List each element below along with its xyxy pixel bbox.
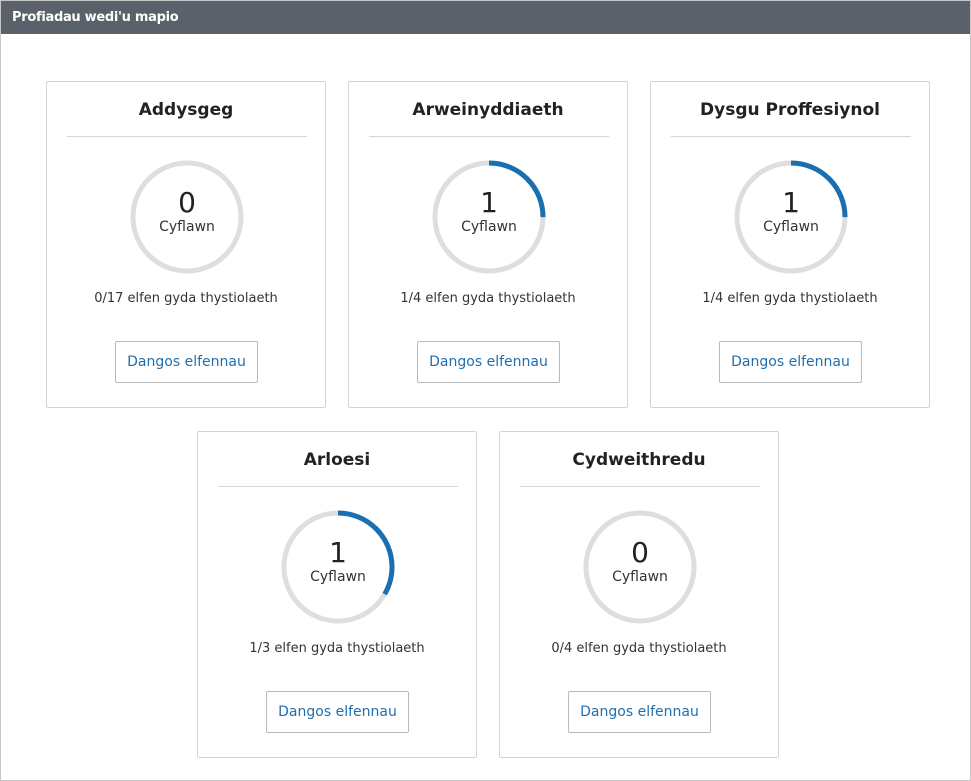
complete-label: Cyflawn: [763, 219, 819, 235]
progress-ring: 1 Cyflawn: [733, 159, 849, 275]
card-title: Arloesi: [303, 450, 371, 470]
panel-header: Profiadau wedi'u mapio: [1, 1, 970, 34]
mapped-experiences-panel: Profiadau wedi'u mapio Addysgeg 0 Cyflaw…: [0, 0, 971, 781]
card-arloesi: Arloesi 1 Cyflawn 1/3 elfen gyda thystio…: [197, 431, 477, 758]
card-addysgeg: Addysgeg 0 Cyflawn 0/17 elfen gyda thyst…: [46, 81, 326, 408]
evidence-summary: 0/4 elfen gyda thystiolaeth: [551, 641, 727, 656]
card-divider: [520, 486, 760, 487]
show-elements-button[interactable]: Dangos elfennau: [417, 341, 560, 383]
show-elements-button[interactable]: Dangos elfennau: [719, 341, 862, 383]
evidence-summary: 0/17 elfen gyda thystiolaeth: [94, 291, 278, 306]
evidence-summary: 1/4 elfen gyda thystiolaeth: [702, 291, 878, 306]
card-title: Cydweithredu: [572, 450, 706, 470]
complete-count: 1: [480, 186, 498, 219]
progress-ring: 1 Cyflawn: [280, 509, 396, 625]
card-cydweithredu: Cydweithredu 0 Cyflawn 0/4 elfen gyda th…: [499, 431, 779, 758]
complete-label: Cyflawn: [159, 219, 215, 235]
show-elements-button[interactable]: Dangos elfennau: [266, 691, 409, 733]
progress-ring: 1 Cyflawn: [431, 159, 547, 275]
complete-count: 1: [329, 536, 347, 569]
card-title: Dysgu Proffesiynol: [700, 100, 880, 120]
card-arweinyddiaeth: Arweinyddiaeth 1 Cyflawn 1/4 elfen gyda …: [348, 81, 628, 408]
progress-ring: 0 Cyflawn: [129, 159, 245, 275]
complete-count: 0: [631, 536, 649, 569]
card-divider: [218, 486, 458, 487]
complete-count: 0: [178, 186, 196, 219]
evidence-summary: 1/4 elfen gyda thystiolaeth: [400, 291, 576, 306]
evidence-summary: 1/3 elfen gyda thystiolaeth: [249, 641, 425, 656]
complete-label: Cyflawn: [310, 569, 366, 585]
card-title: Arweinyddiaeth: [412, 100, 564, 120]
card-divider: [671, 136, 911, 137]
complete-label: Cyflawn: [612, 569, 668, 585]
card-divider: [369, 136, 609, 137]
complete-label: Cyflawn: [461, 219, 517, 235]
card-title: Addysgeg: [138, 100, 234, 120]
show-elements-button[interactable]: Dangos elfennau: [568, 691, 711, 733]
card-dysgu-proffesiynol: Dysgu Proffesiynol 1 Cyflawn 1/4 elfen g…: [650, 81, 930, 408]
card-divider: [67, 136, 307, 137]
show-elements-button[interactable]: Dangos elfennau: [115, 341, 258, 383]
complete-count: 1: [782, 186, 800, 219]
progress-ring: 0 Cyflawn: [582, 509, 698, 625]
